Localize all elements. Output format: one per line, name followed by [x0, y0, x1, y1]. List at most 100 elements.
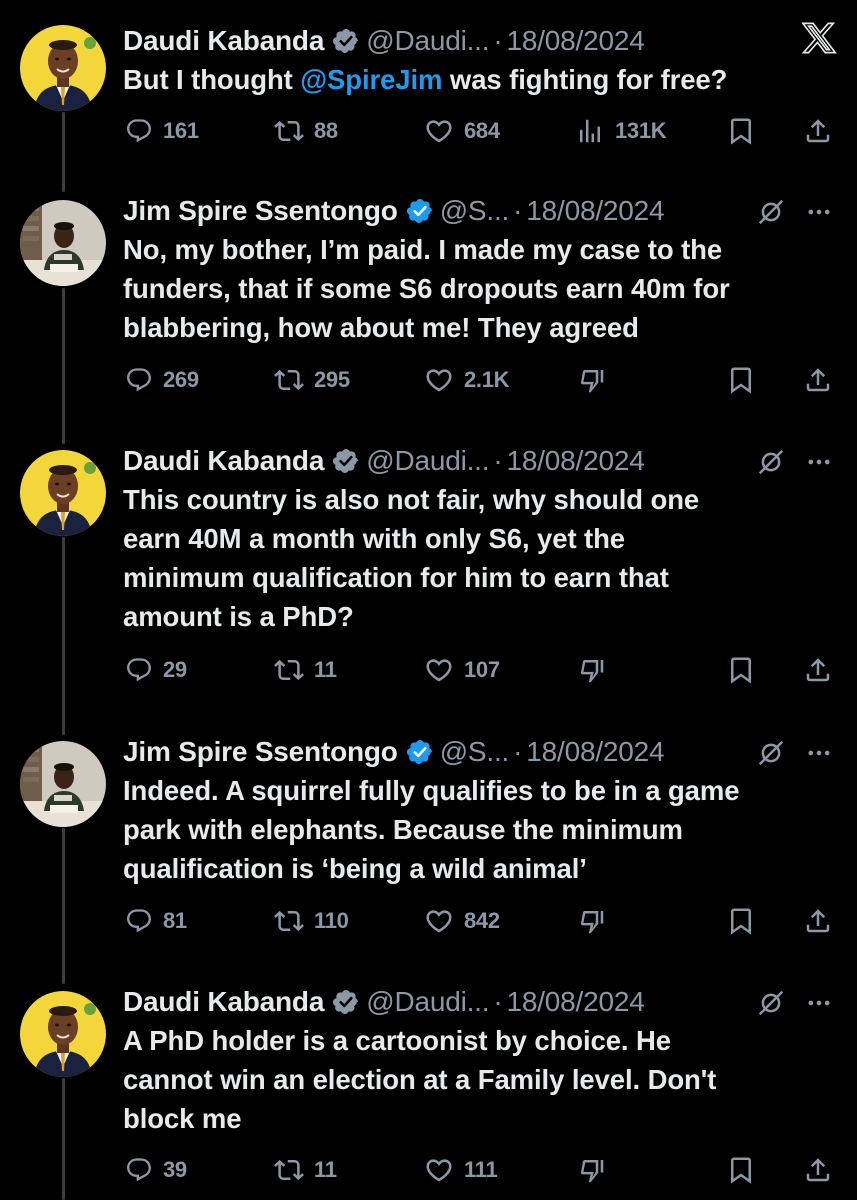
grok-button[interactable] [756, 985, 786, 1021]
more-button[interactable] [805, 985, 833, 1021]
display-name[interactable]: Jim Spire Ssentongo [123, 736, 398, 768]
more-icon [805, 448, 833, 476]
bookmark-button[interactable] [726, 1150, 756, 1190]
like-button[interactable]: 111 [424, 1150, 498, 1190]
reply-button[interactable]: 161 [125, 111, 199, 151]
like-icon [424, 906, 454, 936]
more-button[interactable] [805, 735, 833, 771]
share-button[interactable] [803, 360, 833, 400]
bookmark-icon [726, 116, 756, 146]
tweet-date[interactable]: 18/08/2024 [506, 25, 644, 57]
reply-button[interactable]: 269 [125, 360, 199, 400]
display-name[interactable]: Daudi Kabanda [123, 445, 324, 477]
grok-button[interactable] [756, 194, 786, 230]
tweet-header: Daudi Kabanda @Daudi... · 18/08/2024 [123, 983, 837, 1021]
display-name[interactable]: Jim Spire Ssentongo [123, 195, 398, 227]
like-button[interactable]: 107 [424, 650, 500, 690]
grok-button[interactable] [756, 735, 786, 771]
repost-icon [274, 655, 304, 685]
handle[interactable]: @Daudi... [366, 986, 489, 1018]
bookmark-button[interactable] [726, 650, 756, 690]
tweet-date[interactable]: 18/08/2024 [526, 736, 664, 768]
display-name[interactable]: Daudi Kabanda [123, 986, 324, 1018]
grok-button[interactable] [756, 444, 786, 480]
tweet-date[interactable]: 18/08/2024 [506, 445, 644, 477]
downvote-icon [577, 365, 607, 395]
downvote-button[interactable] [577, 650, 607, 690]
tweet-actions: 29 11 107 [0, 650, 857, 690]
tweet-date[interactable]: 18/08/2024 [506, 986, 644, 1018]
bookmark-button[interactable] [726, 360, 756, 400]
avatar[interactable] [20, 25, 106, 111]
avatar[interactable] [20, 450, 106, 536]
tweet-header: Jim Spire Ssentongo @S... · 18/08/2024 [123, 192, 837, 230]
repost-button[interactable]: 11 [274, 1150, 337, 1190]
repost-icon [274, 1155, 304, 1185]
more-icon [805, 739, 833, 767]
more-button[interactable] [805, 194, 833, 230]
verified-badge-icon [332, 988, 360, 1016]
like-count: 684 [464, 118, 500, 143]
bookmark-icon [726, 655, 756, 685]
tweet-header: Jim Spire Ssentongo @S... · 18/08/2024 [123, 733, 837, 771]
repost-button[interactable]: 11 [274, 650, 337, 690]
grok-icon [756, 988, 786, 1018]
reply-count: 269 [163, 367, 199, 392]
reply-button[interactable]: 39 [125, 1150, 187, 1190]
downvote-button[interactable] [577, 901, 607, 941]
handle[interactable]: @S... [440, 195, 510, 227]
share-button[interactable] [803, 650, 833, 690]
verified-badge-icon [332, 447, 360, 475]
views-button[interactable]: 131K [575, 111, 667, 151]
tweet-text-line: earn 40M a month with only S6, yet the [123, 523, 625, 554]
mention-link[interactable]: @SpireJim [300, 64, 442, 95]
verified-badge-icon [406, 197, 434, 225]
like-button[interactable]: 684 [424, 111, 500, 151]
separator: · [493, 25, 503, 56]
handle[interactable]: @Daudi... [366, 445, 489, 477]
share-icon [803, 365, 833, 395]
repost-count: 88 [314, 118, 338, 143]
bookmark-button[interactable] [726, 901, 756, 941]
reply-icon [125, 1156, 153, 1184]
repost-icon [274, 365, 304, 395]
more-button[interactable] [805, 444, 833, 480]
reply-button[interactable]: 29 [125, 650, 187, 690]
repost-button[interactable]: 88 [274, 111, 338, 151]
downvote-button[interactable] [577, 1150, 607, 1190]
share-button[interactable] [803, 111, 833, 151]
tweet-text-part: But I thought [123, 64, 301, 95]
bookmark-button[interactable] [726, 111, 756, 151]
like-count: 842 [464, 908, 500, 933]
avatar[interactable] [20, 991, 106, 1077]
avatar[interactable] [20, 741, 106, 827]
handle[interactable]: @Daudi... [366, 25, 489, 57]
share-button[interactable] [803, 901, 833, 941]
avatar[interactable] [20, 200, 106, 286]
tweet-text-line: cannot win an election at a Family level… [123, 1064, 717, 1095]
grok-icon [756, 738, 786, 768]
like-button[interactable]: 842 [424, 901, 500, 941]
tweet-date[interactable]: 18/08/2024 [526, 195, 664, 227]
repost-button[interactable]: 110 [274, 901, 349, 941]
separator: · [513, 736, 523, 767]
separator: · [513, 195, 523, 226]
grok-icon [756, 447, 786, 477]
share-icon [803, 906, 833, 936]
share-button[interactable] [803, 1150, 833, 1190]
reply-button[interactable]: 81 [125, 901, 187, 941]
handle[interactable]: @S... [440, 736, 510, 768]
tweet-text: This country is also not fair, why shoul… [123, 480, 837, 636]
downvote-button[interactable] [577, 360, 607, 400]
display-name[interactable]: Daudi Kabanda [123, 25, 324, 57]
tweet-text-line: A PhD holder is a cartoonist by choice. … [123, 1025, 671, 1056]
like-icon [424, 655, 454, 685]
bookmark-icon [726, 1155, 756, 1185]
tweet-header: Daudi Kabanda @Daudi... · 18/08/2024 [123, 442, 837, 480]
downvote-icon [577, 655, 607, 685]
like-icon [424, 1155, 454, 1185]
tweet-text-line: block me [123, 1103, 242, 1134]
repost-icon [274, 116, 304, 146]
like-button[interactable]: 2.1K [424, 360, 510, 400]
repost-button[interactable]: 295 [274, 360, 350, 400]
